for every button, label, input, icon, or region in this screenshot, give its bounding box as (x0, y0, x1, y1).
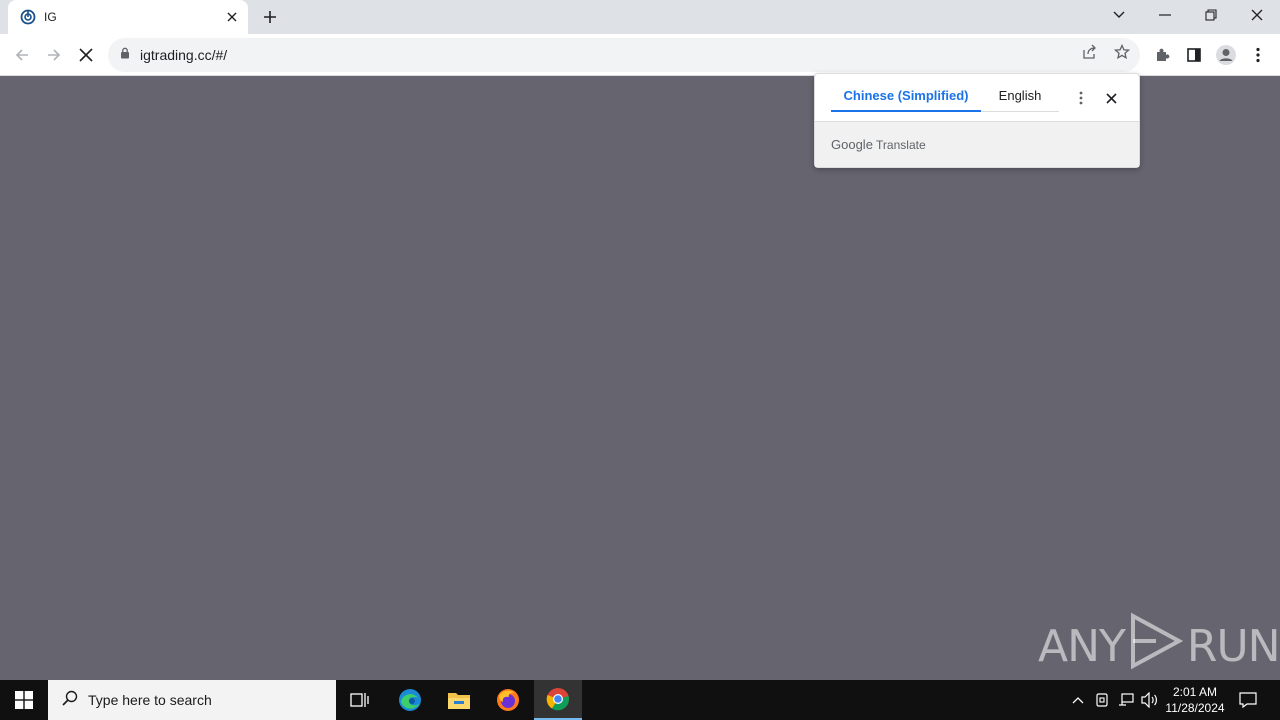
minimize-button[interactable] (1142, 0, 1188, 30)
watermark-left: ANY (1038, 621, 1126, 672)
close-window-button[interactable] (1234, 0, 1280, 30)
new-tab-button[interactable] (258, 5, 282, 29)
translate-close-icon[interactable] (1099, 86, 1123, 110)
clock-time: 2:01 AM (1172, 685, 1218, 699)
play-icon (1129, 612, 1184, 681)
extensions-puzzle-icon[interactable] (1150, 43, 1174, 67)
chrome-taskbar-icon[interactable] (534, 680, 582, 720)
browser-tab[interactable]: IG (8, 0, 248, 34)
translate-footer: Google Translate (815, 121, 1139, 167)
windows-taskbar: Type here to search 2:01 AM 11/28/2024 (0, 680, 1280, 720)
anyrun-watermark: ANY RUN (1038, 612, 1280, 681)
system-clock[interactable]: 2:01 AM 11/28/2024 (1160, 684, 1230, 716)
tray-device-icon[interactable] (1092, 690, 1112, 710)
back-button[interactable] (8, 41, 36, 69)
task-view-button[interactable] (336, 680, 384, 720)
translate-options-icon[interactable] (1069, 86, 1093, 110)
translate-popup: Chinese (Simplified) English Google Tran… (814, 73, 1140, 168)
tab-source-language[interactable]: Chinese (Simplified) (831, 88, 981, 112)
taskbar-search[interactable]: Type here to search (48, 680, 336, 720)
google-logo: Google (831, 137, 873, 152)
firefox-icon[interactable] (484, 680, 532, 720)
site-favicon-icon (20, 9, 36, 25)
translate-label: Translate (876, 138, 926, 152)
tab-search-chevron-icon[interactable] (1096, 0, 1142, 30)
volume-icon[interactable] (1140, 690, 1160, 710)
url-text[interactable]: igtrading.cc/#/ (140, 47, 227, 63)
stop-loading-button[interactable] (72, 41, 100, 69)
restore-button[interactable] (1188, 0, 1234, 30)
file-explorer-icon[interactable] (435, 680, 483, 720)
tab-strip: IG (0, 0, 1280, 34)
tray-chevron-up-icon[interactable] (1068, 690, 1088, 710)
tab-close-icon[interactable] (222, 7, 242, 27)
translate-brand: Google Translate (831, 137, 926, 152)
share-icon[interactable] (1079, 41, 1101, 63)
edge-browser-icon[interactable] (386, 680, 434, 720)
start-button[interactable] (0, 680, 48, 720)
watermark-right: RUN (1186, 621, 1280, 672)
address-bar[interactable]: igtrading.cc/#/ (108, 38, 1140, 72)
forward-button[interactable] (40, 41, 68, 69)
browser-toolbar: igtrading.cc/#/ (0, 34, 1280, 76)
tab-title: IG (44, 10, 57, 24)
network-icon[interactable] (1116, 690, 1136, 710)
search-placeholder[interactable]: Type here to search (88, 692, 212, 708)
bookmark-star-icon[interactable] (1111, 41, 1133, 63)
lock-icon[interactable] (120, 46, 130, 64)
notification-center-icon[interactable] (1232, 680, 1264, 720)
clock-date: 11/28/2024 (1165, 701, 1225, 715)
search-icon (62, 690, 78, 711)
profile-avatar-icon[interactable] (1214, 43, 1238, 67)
side-panel-icon[interactable] (1182, 43, 1206, 67)
tab-target-language[interactable]: English (981, 88, 1059, 112)
chrome-menu-icon[interactable] (1246, 43, 1270, 67)
